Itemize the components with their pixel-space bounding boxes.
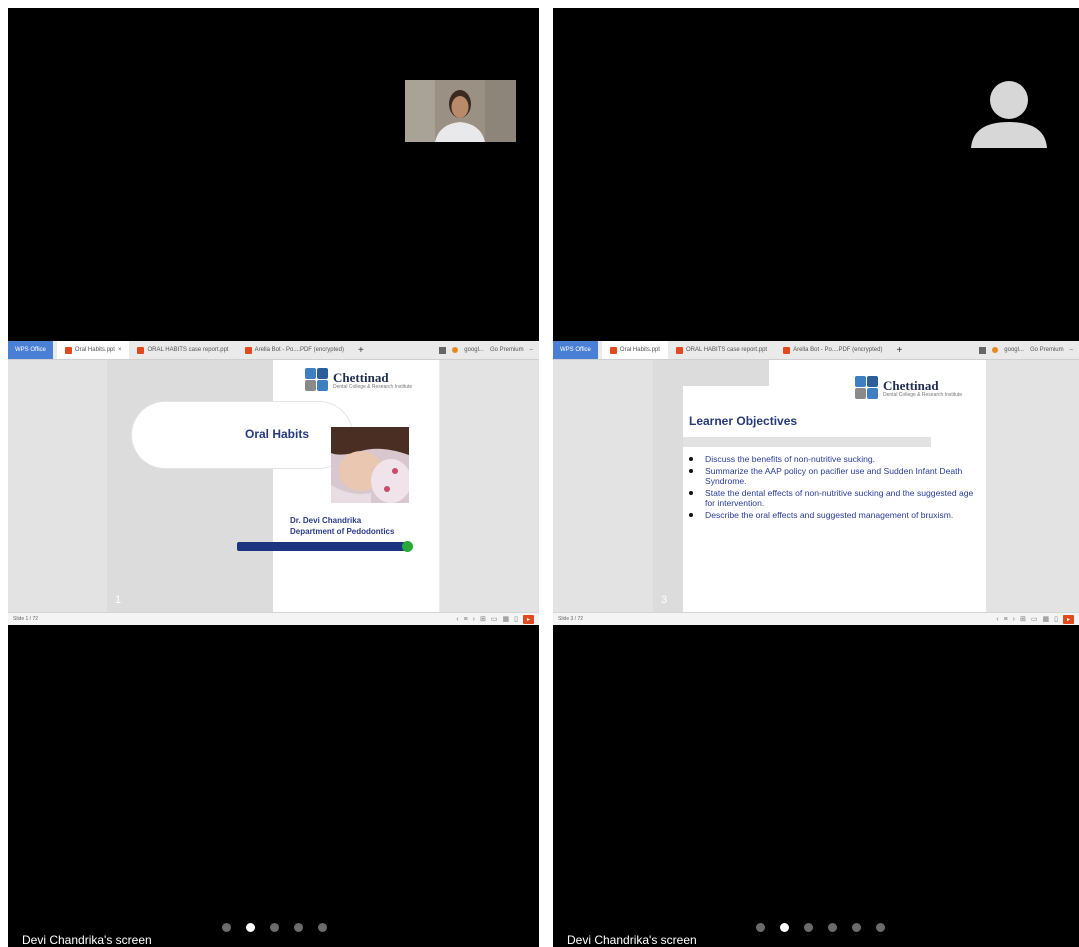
pdf-icon [244,346,252,354]
slide-counter: Slide 1 / 72 [13,616,39,622]
list-icon[interactable]: ≡ [1004,616,1008,623]
account-icon[interactable] [452,347,459,353]
page-dot[interactable] [270,923,279,932]
author-name: Dr. Devi Chandrika [290,516,362,525]
pdf-icon [783,346,791,354]
browser-tab-bar: WPS Office Oral Habits.ppt ORAL HABITS c… [553,341,1079,360]
list-item: Discuss the benefits of non-nutritive su… [685,454,975,464]
tab-case-report[interactable]: ORAL HABITS case report.ppt [129,341,236,359]
premium-button[interactable]: Go Premium [490,347,524,353]
logo-main-text: Chettinad [883,377,939,393]
account-label[interactable]: googl... [464,347,484,353]
logo-sub-text: Dental College & Research Institute [333,383,413,390]
participant-video-thumbnail[interactable] [405,80,516,142]
slide-number: 3 [661,594,668,606]
list-item: Summarize the AAP policy on pacifier use… [685,466,975,486]
tab-pdf[interactable]: Arella Bot - Po....PDF (encrypted) [775,341,890,359]
page-dot[interactable] [756,923,765,932]
wps-office-tab[interactable]: WPS Office [553,341,598,359]
tab-case-report[interactable]: ORAL HABITS case report.ppt [668,341,775,359]
slide-progress-bar [237,541,413,552]
title-underline-bar [683,437,931,447]
wps-office-tab[interactable]: WPS Office [8,341,53,359]
list-item: Describe the oral effects and suggested … [685,510,975,520]
presentation-icon [675,346,683,354]
slide-number: 1 [115,594,122,606]
chettinad-logo: Chettinad Dental College & Research Inst… [305,368,412,392]
presentation-icon [137,346,145,354]
slide-3[interactable]: Chettinad Dental College & Research Inst… [653,360,986,612]
notes-icon[interactable]: ▭ [491,615,498,623]
page-dot[interactable] [804,923,813,932]
page-dot[interactable] [876,923,885,932]
author-department: Department of Pedodontics [290,527,395,536]
list-item: State the dental effects of non-nutritiv… [685,488,975,508]
objectives-list: Discuss the benefits of non-nutritive su… [685,454,975,522]
logo-sub-text: Dental College & Research Institute [883,391,963,398]
new-tab-button[interactable]: + [890,345,908,356]
author-block: Dr. Devi Chandrika Department of Pedodon… [290,515,394,537]
tab-oral-habits[interactable]: Oral Habits.ppt × [56,341,130,359]
page-dot[interactable] [294,923,303,932]
presentation-icon [609,346,617,354]
next-slide-icon[interactable]: › [473,616,475,623]
slide-1[interactable]: Chettinad Dental College & Research Inst… [107,360,439,612]
chettinad-logo: Chettinad Dental College & Research Inst… [855,376,962,400]
screen-share-panel-1[interactable]: WPS Office Oral Habits.ppt × ORAL HABITS … [8,8,539,947]
participant-avatar-icon [971,81,1047,148]
fit-page-icon[interactable]: ⊞ [480,615,486,623]
screen-share-caption: Devi Chandrika's screen [22,933,152,947]
grid-view-icon[interactable]: ▦ [1043,615,1050,623]
participant-video-image [405,80,516,142]
next-slide-icon[interactable]: › [1013,616,1015,623]
notes-icon[interactable]: ▭ [1031,615,1038,623]
slide-counter: Slide 3 / 72 [558,616,584,622]
tab-pdf[interactable]: Arella Bot - Po....PDF (encrypted) [237,341,352,359]
progress-end-dot [402,541,413,552]
page-dot[interactable] [828,923,837,932]
slide-title: Oral Habits [245,427,310,441]
page-dot-active[interactable] [246,923,255,932]
play-slideshow-button[interactable]: ▸ [1063,614,1074,624]
viewer-status-bar: Slide 1 / 72 ‹ ≡ › ⊞ ▭ ▦ ▯ ▸ [8,612,539,625]
grid-icon[interactable] [979,346,987,354]
play-slideshow-button[interactable]: ▸ [523,614,534,624]
title-pill [132,402,352,468]
page-indicator[interactable] [222,923,327,932]
tab-oral-habits[interactable]: Oral Habits.ppt [601,341,668,359]
presentation-icon [64,346,72,354]
minimize-icon[interactable]: – [530,347,533,353]
page-dot[interactable] [852,923,861,932]
slide-title: Learner Objectives [689,414,798,428]
page-dot-active[interactable] [780,923,789,932]
reading-mode-icon[interactable]: ▯ [514,615,518,623]
child-thumb-sucking-photo [331,427,409,503]
account-icon[interactable] [992,347,999,353]
chettinad-logo-icon [855,376,879,400]
list-icon[interactable]: ≡ [464,616,468,623]
page-indicator[interactable] [756,923,885,932]
grid-icon[interactable] [439,346,447,354]
page-dot[interactable] [318,923,327,932]
fit-page-icon[interactable]: ⊞ [1020,615,1026,623]
account-label[interactable]: googl... [1004,347,1024,353]
browser-tab-bar: WPS Office Oral Habits.ppt × ORAL HABITS … [8,341,539,360]
prev-slide-icon[interactable]: ‹ [456,616,458,623]
viewer-status-bar: Slide 3 / 72 ‹ ≡ › ⊞ ▭ ▦ ▯ ▸ [553,612,1079,625]
close-icon[interactable]: × [118,347,122,353]
reading-mode-icon[interactable]: ▯ [1054,615,1058,623]
screen-share-caption: Devi Chandrika's screen [567,933,697,947]
screen-share-panel-2[interactable]: WPS Office Oral Habits.ppt ORAL HABITS c… [553,8,1079,947]
page-dot[interactable] [222,923,231,932]
logo-main-text: Chettinad [333,369,389,385]
minimize-icon[interactable]: – [1070,347,1073,353]
new-tab-button[interactable]: + [352,345,370,356]
prev-slide-icon[interactable]: ‹ [996,616,998,623]
premium-button[interactable]: Go Premium [1030,347,1064,353]
chettinad-logo-icon [305,368,329,392]
grid-view-icon[interactable]: ▦ [503,615,510,623]
